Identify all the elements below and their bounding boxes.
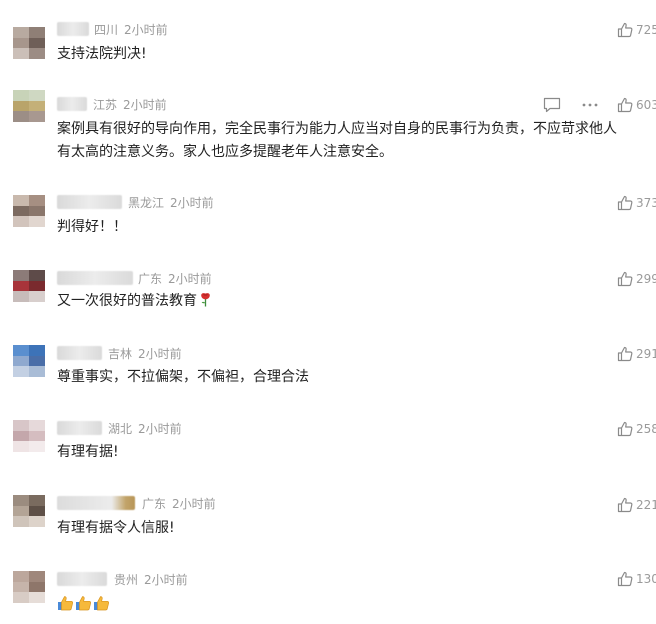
comment-text-line2: 有太高的注意义务。家人也应多提醒老年人注意安全。 (57, 144, 393, 160)
comment-text: 尊重事实，不拉偏架，不偏袒，合理合法 (57, 369, 309, 385)
username-blurred[interactable] (57, 496, 135, 510)
comment-region: 广东 (142, 497, 167, 511)
like-count: 299 (636, 272, 656, 286)
like-button[interactable]: 373 (617, 194, 656, 212)
username-blurred[interactable] (57, 572, 107, 586)
avatar[interactable] (13, 270, 45, 302)
comment-text: 支持法院判决! (57, 46, 147, 62)
comment-time: 2小时前 (123, 98, 167, 112)
rose-emoji-icon (199, 292, 212, 315)
like-count: 130 (636, 572, 656, 586)
comment-actions (543, 96, 599, 114)
comment-region: 湖北 (108, 422, 133, 436)
like-count: 603 (636, 98, 656, 112)
comment-text: 有理有据令人信服! (57, 520, 175, 536)
comment-time: 2小时前 (170, 196, 214, 210)
comment-region: 广东 (138, 272, 163, 286)
comment-time: 2小时前 (168, 272, 212, 286)
thumbs-up-emoji-icon (57, 595, 110, 611)
thumbs-up-icon (617, 97, 633, 113)
username-blurred[interactable] (57, 22, 89, 36)
comment-region: 四川 (94, 23, 119, 37)
avatar[interactable] (13, 420, 45, 452)
comment-region: 贵州 (114, 573, 139, 587)
comment-region: 黑龙江 (128, 196, 165, 210)
like-button[interactable]: 258 (617, 420, 656, 438)
more-dots-icon[interactable] (581, 97, 599, 113)
like-count: 291 (636, 347, 656, 361)
username-blurred[interactable] (57, 271, 133, 285)
thumbs-up-icon (617, 571, 633, 587)
avatar[interactable] (13, 90, 45, 122)
comment-text: 有理有据! (57, 444, 119, 460)
comment-time: 2小时前 (138, 347, 182, 361)
comment-text: 又一次很好的普法教育 (57, 290, 212, 315)
comment-time: 2小时前 (172, 497, 216, 511)
avatar[interactable] (13, 27, 45, 59)
like-button[interactable]: 299 (617, 270, 656, 288)
comment-time: 2小时前 (144, 573, 188, 587)
avatar[interactable] (13, 571, 45, 603)
username-blurred[interactable] (57, 97, 87, 111)
thumbs-up-icon (617, 195, 633, 211)
like-count: 258 (636, 422, 656, 436)
thumbs-up-icon (617, 271, 633, 287)
like-button[interactable]: 221 (617, 496, 656, 514)
comment-region: 吉林 (108, 347, 133, 361)
comment-text-line1: 案例具有很好的导向作用，完全民事行为能力人应当对自身的民事行为负责，不应苛求他人 (57, 121, 617, 137)
comment-text: 判得好！！ (57, 219, 127, 235)
like-button[interactable]: 130 (617, 570, 656, 588)
thumbs-up-icon (617, 421, 633, 437)
avatar[interactable] (13, 495, 45, 527)
like-button[interactable]: 725 (617, 21, 656, 39)
thumbs-up-icon (617, 22, 633, 38)
comment-text (57, 594, 110, 617)
username-blurred[interactable] (57, 195, 122, 209)
thumbs-up-icon (617, 497, 633, 513)
comment-time: 2小时前 (138, 422, 182, 436)
avatar[interactable] (13, 195, 45, 227)
avatar[interactable] (13, 345, 45, 377)
username-blurred[interactable] (57, 421, 102, 435)
comment-bubble-icon[interactable] (543, 97, 561, 113)
comment-region: 江苏 (93, 98, 118, 112)
like-button[interactable]: 291 (617, 345, 656, 363)
like-count: 221 (636, 498, 656, 512)
like-count: 725 (636, 23, 656, 37)
comment-text-content: 又一次很好的普法教育 (57, 293, 197, 309)
comment-time: 2小时前 (124, 23, 168, 37)
like-button[interactable]: 603 (617, 96, 656, 114)
like-count: 373 (636, 196, 656, 210)
thumbs-up-icon (617, 346, 633, 362)
username-blurred[interactable] (57, 346, 102, 360)
